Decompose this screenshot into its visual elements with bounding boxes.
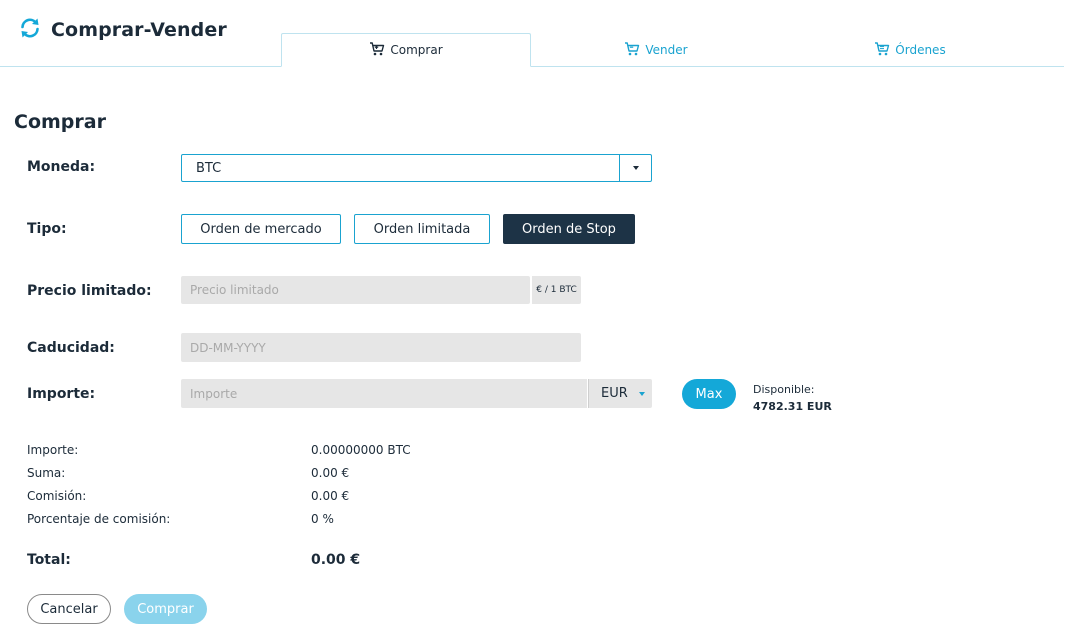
tab-sell-label: Vender [645,43,688,57]
max-button[interactable]: Max [682,379,736,409]
order-type-limit-button[interactable]: Orden limitada [354,214,490,244]
tab-buy-label: Comprar [390,43,443,57]
currency-select-value: BTC [196,160,222,176]
cart-icon [624,41,645,60]
tab-sell[interactable]: Vender [531,33,781,67]
summary-fee-percent-value: 0 % [311,512,334,526]
summary-amount-label: Importe: [27,443,79,457]
amount-currency-value: EUR [601,386,628,401]
app-title: Comprar-Vender [51,19,227,41]
buy-button[interactable]: Comprar [124,594,207,624]
currency-label: Moneda: [27,159,96,175]
limit-price-label: Precio limitado: [27,283,152,299]
amount-label: Importe: [27,386,96,402]
currency-select[interactable]: BTC [181,154,652,182]
currency-select-toggle[interactable] [619,155,651,181]
chevron-down-icon [638,391,645,396]
refresh-arrows-icon [18,16,42,44]
summary-amount-value: 0.00000000 BTC [311,443,411,457]
amount-input[interactable] [181,379,587,408]
summary-fee-label: Comisión: [27,489,87,503]
order-type-market-button[interactable]: Orden de mercado [181,214,341,244]
limit-price-unit: € / 1 BTC [531,276,581,304]
summary-sum-value: 0.00 € [311,466,350,480]
total-value: 0.00 € [311,552,361,568]
cancel-button[interactable]: Cancelar [27,594,111,624]
summary-fee-percent-label: Porcentaje de comisión: [27,512,171,526]
available-balance: Disponible: 4782.31 EUR [753,381,832,415]
available-label: Disponible: [753,383,815,396]
total-label: Total: [27,552,71,568]
section-title: Comprar [14,111,106,133]
order-type-stop-button[interactable]: Orden de Stop [503,214,635,244]
expiry-date-input[interactable] [181,333,581,362]
buy-sell-page: Comprar-Vender Comprar Vender Órdenes Co… [0,0,1082,644]
type-label: Tipo: [27,221,67,237]
expiry-label: Caducidad: [27,340,115,356]
brand: Comprar-Vender [18,16,227,44]
tab-orders-label: Órdenes [895,43,946,57]
tab-orders[interactable]: Órdenes [785,33,1035,67]
limit-price-input[interactable] [181,276,530,304]
cart-icon [874,41,895,60]
amount-currency-select[interactable]: EUR [588,379,652,408]
summary-fee-value: 0.00 € [311,489,350,503]
summary-sum-label: Suma: [27,466,66,480]
cart-icon [369,41,390,60]
available-value: 4782.31 EUR [753,400,832,413]
tab-buy[interactable]: Comprar [281,33,531,67]
chevron-down-icon [632,166,639,170]
